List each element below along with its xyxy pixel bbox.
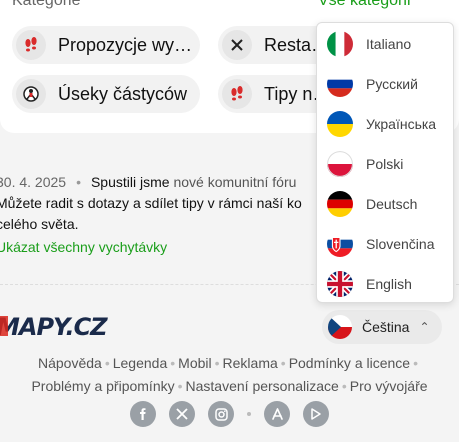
current-language: Čeština (362, 319, 410, 335)
czech-flag-icon (328, 315, 352, 339)
footer-link-reklama[interactable]: Reklama (223, 355, 278, 371)
chip-label: Propozycje wycieczek (58, 34, 200, 55)
language-dropdown-menu: Italiano Русский Українська Polski Deuts… (316, 22, 454, 303)
article-date: 30. 4. 2025 (0, 174, 67, 190)
category-chip-propozycje[interactable]: Propozycje wycieczek (12, 26, 200, 64)
hiker-icon (16, 79, 46, 109)
language-option-slovencina[interactable]: Slovenčina (317, 224, 453, 264)
forum-link[interactable]: nové komunitní fóru (173, 174, 296, 190)
footer-link-napoveda[interactable]: Nápověda (38, 355, 102, 371)
app-store-icon[interactable] (264, 401, 290, 427)
footprints-icon (222, 79, 252, 109)
language-option-deutsch[interactable]: Deutsch (317, 184, 453, 224)
chevron-up-icon: ⌃ (419, 320, 430, 334)
footer-links-row2: Problémy a připomínky • Nastavení personal… (31, 378, 428, 394)
footer-link-podminky[interactable]: Podmínky a licence (289, 355, 410, 371)
italy-flag-icon (327, 31, 353, 57)
language-label: Slovenčina (366, 236, 435, 252)
language-selector-button[interactable]: Čeština ⌃ (322, 310, 442, 344)
language-option-english[interactable]: English (317, 264, 453, 304)
x-icon[interactable] (169, 401, 195, 427)
mapy-logo[interactable]: MAPY.CZ (0, 311, 118, 341)
social-icons (0, 401, 459, 427)
facebook-icon[interactable] (130, 401, 156, 427)
chip-label: Úseky částyców (58, 83, 188, 104)
language-label: Українська (366, 116, 437, 132)
germany-flag-icon (327, 191, 353, 217)
language-label: Deutsch (366, 196, 418, 212)
language-option-italiano[interactable]: Italiano (317, 24, 453, 64)
footer-link-mobil[interactable]: Mobil (178, 355, 211, 371)
instagram-icon[interactable] (208, 401, 234, 427)
category-chip-useky[interactable]: Úseky částyców (12, 75, 200, 113)
language-option-russkij[interactable]: Русский (317, 64, 453, 104)
ukraine-flag-icon (327, 111, 353, 137)
poland-flag-icon (327, 151, 353, 177)
article-text-rest: Můžete radit s dotazy a sdílet tipy v rá… (0, 195, 302, 232)
show-all-link[interactable]: Ukázat všechny vychytávky (0, 239, 167, 255)
language-label: Русский (366, 76, 418, 92)
footer-link-problemy[interactable]: Problémy a připomínky (31, 378, 174, 394)
all-categories-link[interactable]: Vše kategorii (318, 0, 411, 10)
google-play-icon[interactable] (303, 401, 329, 427)
separator-dot (247, 412, 251, 416)
categories-heading: Kategorie (12, 0, 81, 9)
language-label: Italiano (366, 36, 412, 52)
language-option-polski[interactable]: Polski (317, 144, 453, 184)
language-option-ukrainska[interactable]: Українська (317, 104, 453, 144)
uk-flag-icon (327, 271, 353, 297)
news-article: 30. 4. 2025 • Spustili jsme nové komunitní… (0, 172, 326, 235)
footer-link-personalizace[interactable]: Nastavení personalizace (186, 378, 339, 394)
language-label: Polski (366, 156, 404, 172)
footer-link-legenda[interactable]: Legenda (113, 355, 168, 371)
separator-dot: • (76, 174, 81, 190)
svg-text:MAPY.CZ: MAPY.CZ (0, 313, 108, 341)
slovakia-flag-icon (327, 231, 353, 257)
cutlery-icon (222, 30, 252, 60)
footer-links-row1: Nápověda • Legenda • Mobil • Reklama • Podmínky … (38, 355, 418, 371)
language-label: English (366, 276, 412, 292)
footer-link-vyvojare[interactable]: Pro vývojáře (350, 378, 428, 394)
article-text-start: Spustili jsme (90, 174, 170, 190)
footprints-icon (16, 30, 46, 60)
russia-flag-icon (327, 71, 353, 97)
